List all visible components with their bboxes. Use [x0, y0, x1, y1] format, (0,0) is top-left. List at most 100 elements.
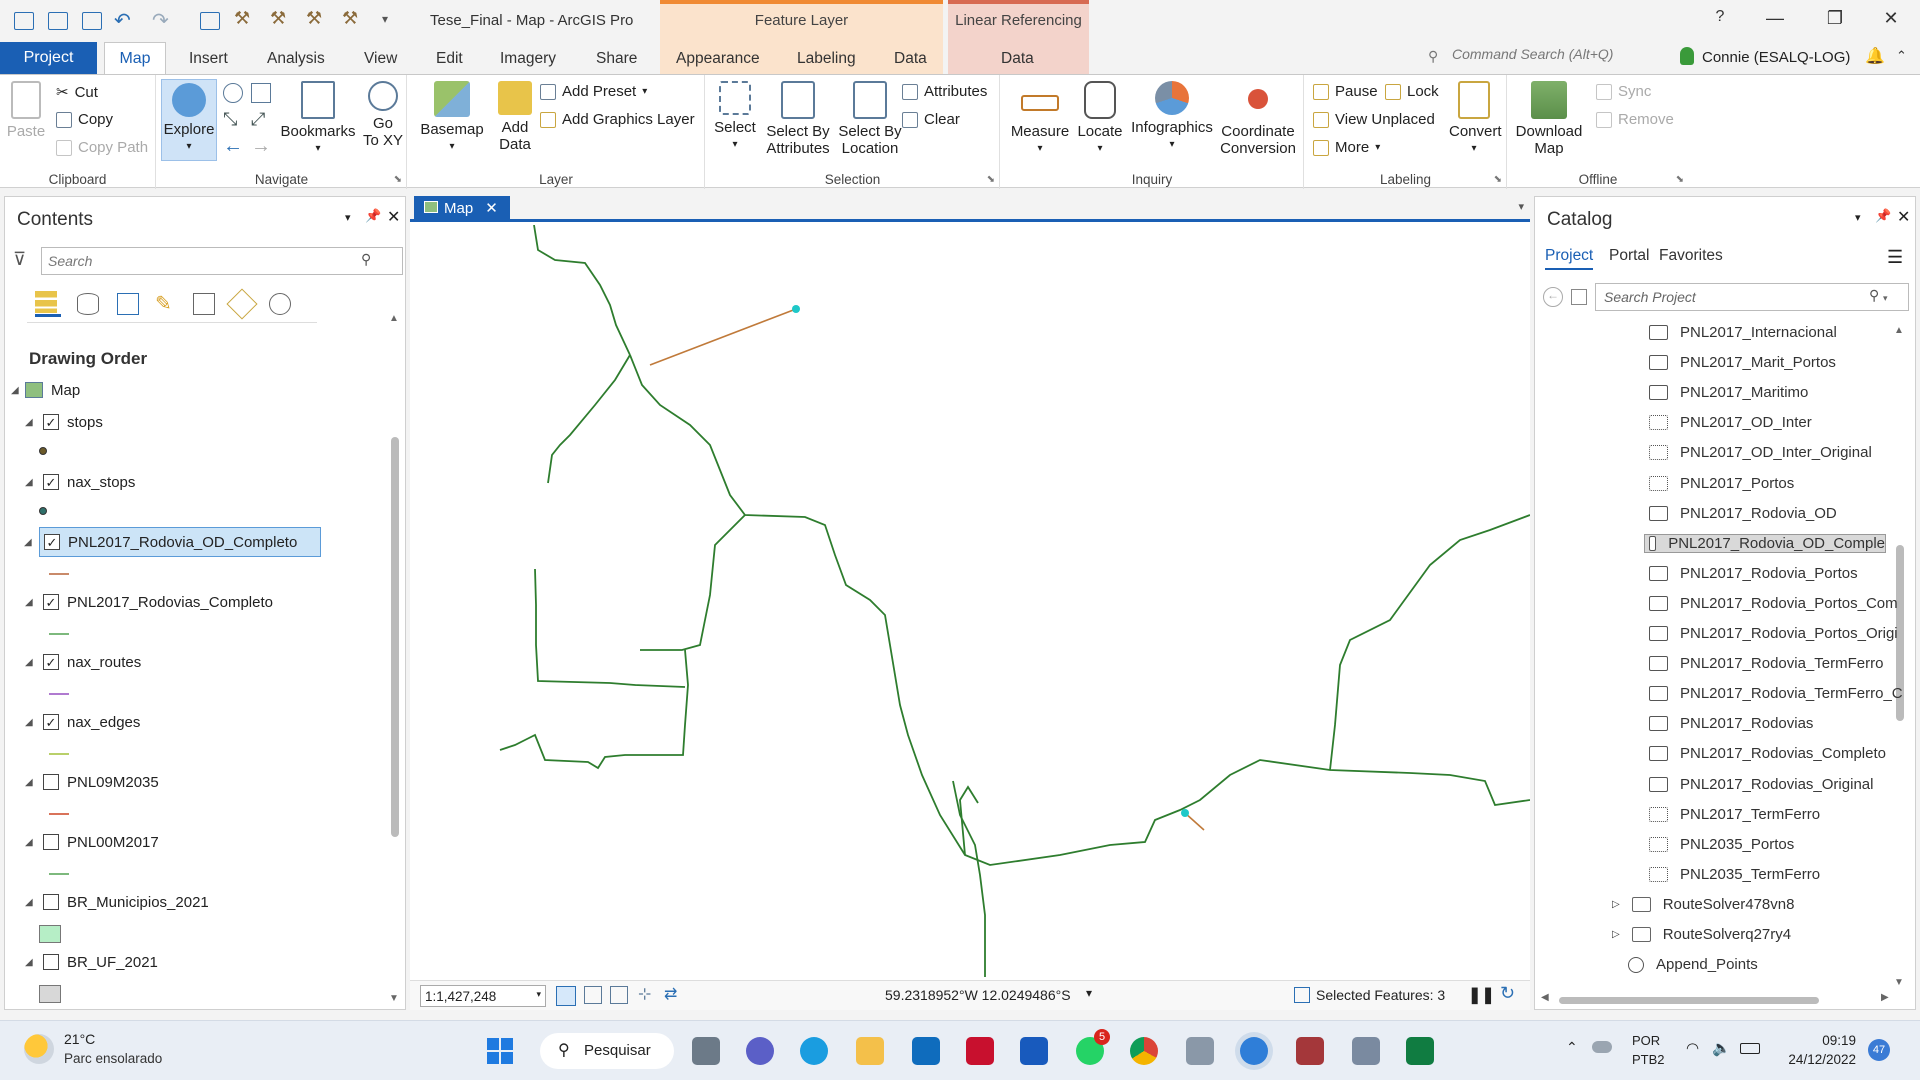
attributes-button[interactable]: Attributes — [902, 83, 987, 100]
expand-icon[interactable]: ▷ — [1612, 929, 1620, 940]
collapse-icon[interactable]: ◢ — [25, 597, 39, 608]
locate-button[interactable]: Locate ▾ — [1073, 81, 1127, 157]
pin-icon[interactable]: 📌 — [1875, 208, 1891, 224]
catalog-folder[interactable]: ▷ RouteSolver478vn8 — [1612, 896, 1794, 913]
layer-symbol[interactable] — [49, 813, 69, 815]
select-by-location-button[interactable]: Select By Location — [834, 81, 906, 157]
layer-symbol[interactable] — [39, 925, 61, 943]
layer-symbol[interactable] — [49, 633, 69, 635]
catalog-item[interactable]: PNL2035_TermFerro — [1649, 866, 1820, 883]
pause-drawing-icon[interactable]: ❚❚ — [1468, 985, 1495, 1005]
catalog-item[interactable]: PNL2017_Rodovia_OD_Comple — [1644, 533, 1886, 553]
collapse-icon[interactable]: ◢ — [25, 477, 39, 488]
hammer-icon[interactable]: ⚒ — [306, 8, 322, 29]
layer-item[interactable]: ◢ ✓ PNL2017_Rodovias_Completo — [25, 587, 395, 617]
catalog-item[interactable]: PNL2017_Rodovia_Portos_Com — [1649, 595, 1898, 612]
sql-icon[interactable] — [1352, 1037, 1380, 1065]
layer-item[interactable]: ◢ BR_Municipios_2021 — [25, 887, 395, 917]
clear-button[interactable]: Clear — [902, 111, 960, 128]
catalog-item[interactable]: PNL2017_Rodovias_Completo — [1649, 745, 1886, 762]
filter-icon[interactable]: ⊽ — [13, 249, 26, 270]
clock-time[interactable]: 09:19 — [1788, 1033, 1856, 1048]
catalog-item[interactable]: PNL2017_Rodovia_OD — [1649, 505, 1837, 522]
excel-icon[interactable] — [1406, 1037, 1434, 1065]
pane-menu-icon[interactable]: ▾ — [345, 211, 351, 224]
collapse-icon[interactable]: ◢ — [11, 385, 25, 396]
weather-temp[interactable]: 21°C — [64, 1031, 95, 1047]
sync-button[interactable]: Sync — [1596, 83, 1651, 100]
catalog-hscrollbar[interactable]: ◀ ▶ — [1541, 992, 1891, 1008]
layer-item[interactable]: ◢ ✓ PNL2017_Rodovia_OD_Completo — [24, 527, 321, 557]
visibility-checkbox[interactable] — [43, 834, 59, 850]
pin-icon[interactable]: 📌 — [365, 208, 381, 224]
layer-item[interactable]: ◢ ✓ nax_edges — [25, 707, 395, 737]
copy-path-button[interactable]: Copy Path — [56, 139, 148, 156]
catalog-item[interactable]: PNL2017_Marit_Portos — [1649, 354, 1836, 371]
catalog-item[interactable]: PNL2017_Rodovias_Original — [1649, 776, 1873, 793]
layer-item[interactable]: ◢ BR_UF_2021 — [25, 947, 395, 977]
add-preset-button[interactable]: Add Preset ▾ — [540, 83, 647, 100]
chrome-icon[interactable] — [1130, 1037, 1158, 1065]
tab-map[interactable]: Map — [104, 42, 166, 74]
open-icon[interactable] — [48, 12, 68, 30]
language-2[interactable]: PTB2 — [1632, 1052, 1665, 1067]
visibility-checkbox[interactable]: ✓ — [43, 654, 59, 670]
minimize-button[interactable]: — — [1760, 8, 1790, 29]
tab-analysis[interactable]: Analysis — [267, 50, 325, 68]
catalog-tab-project[interactable]: Project — [1545, 247, 1594, 270]
customize-qat-icon[interactable]: ▾ — [382, 12, 388, 26]
tab-insert[interactable]: Insert — [189, 50, 228, 68]
collapse-icon[interactable]: ◢ — [24, 537, 38, 548]
goto-xy-button[interactable]: Go To XY — [363, 81, 403, 149]
tab-data[interactable]: Data — [894, 50, 927, 68]
coordinates-dropdown-icon[interactable]: ▾ — [1086, 986, 1092, 1000]
launcher-icon[interactable]: ⬊ — [394, 174, 402, 185]
catalog-item[interactable]: PNL2017_OD_Inter — [1649, 414, 1812, 431]
map-view-tab[interactable]: Map ✕ — [414, 196, 510, 222]
catalog-folder[interactable]: ▷ RouteSolverq27ry4 — [1612, 926, 1791, 943]
chevron-up-icon[interactable]: ⌃ — [1566, 1039, 1578, 1056]
collapse-ribbon-icon[interactable]: ⌃ — [1896, 48, 1907, 64]
explore-button[interactable]: Explore ▾ — [161, 79, 217, 161]
project-icon[interactable] — [14, 12, 34, 30]
more-labels-button[interactable]: More ▾ — [1313, 139, 1380, 156]
catalog-item[interactable]: PNL2017_Maritimo — [1649, 384, 1808, 401]
catalog-tab-favorites[interactable]: Favorites — [1659, 247, 1723, 265]
collapse-icon[interactable]: ◢ — [25, 897, 39, 908]
layer-item[interactable]: ◢ ✓ nax_stops — [25, 467, 395, 497]
selection-view-icon[interactable] — [117, 293, 139, 315]
start-icon[interactable] — [487, 1038, 513, 1064]
catalog-scrollbar[interactable]: ▲ ▼ — [1892, 325, 1908, 991]
layer-symbol[interactable] — [39, 985, 61, 1003]
tab-labeling[interactable]: Labeling — [797, 50, 856, 68]
collapse-icon[interactable]: ◢ — [25, 657, 39, 668]
catalog-item[interactable]: PNL2017_Portos — [1649, 475, 1794, 492]
layer-item[interactable]: ◢ ✓ nax_routes — [25, 647, 395, 677]
layer-item[interactable]: ◢ PNL00M2017 — [25, 827, 395, 857]
tab-lr-data[interactable]: Data — [1001, 50, 1034, 68]
close-pane-icon[interactable]: ✕ — [1897, 207, 1910, 227]
taskbar-search[interactable]: ⚲ Pesquisar — [540, 1033, 674, 1069]
tab-menu-icon[interactable]: ▾ — [1518, 200, 1524, 213]
paste-button[interactable]: Paste — [6, 81, 46, 140]
layer-item[interactable]: ◢ PNL09M2035 — [25, 767, 395, 797]
tab-project[interactable]: Project — [0, 42, 97, 74]
wifi-icon[interactable]: ◠ — [1686, 1039, 1699, 1057]
catalog-tool[interactable]: Append_Points — [1628, 956, 1758, 973]
file-explorer-icon[interactable] — [856, 1037, 884, 1065]
visibility-checkbox[interactable]: ✓ — [44, 534, 60, 550]
snapping-icon[interactable] — [193, 293, 215, 315]
add-data-button[interactable]: Add Data — [490, 81, 540, 153]
help-button[interactable]: ? — [1705, 8, 1735, 26]
visibility-checkbox[interactable]: ✓ — [43, 474, 59, 490]
full-extent-icon[interactable] — [223, 83, 243, 103]
collapse-icon[interactable]: ◢ — [25, 417, 39, 428]
catalog-item[interactable]: PNL2017_Rodovia_Portos_Origi — [1649, 625, 1898, 642]
catalog-menu-icon[interactable]: ☰ — [1887, 247, 1903, 268]
catalog-item[interactable]: PNL2017_Rodovia_TermFerro — [1649, 655, 1883, 672]
launcher-icon[interactable]: ⬊ — [1494, 174, 1502, 185]
extent-icon[interactable] — [584, 986, 602, 1004]
visibility-checkbox[interactable]: ✓ — [43, 594, 59, 610]
pause-labels-button[interactable]: Pause — [1313, 83, 1378, 100]
hammer-icon[interactable]: ⚒ — [270, 8, 286, 29]
